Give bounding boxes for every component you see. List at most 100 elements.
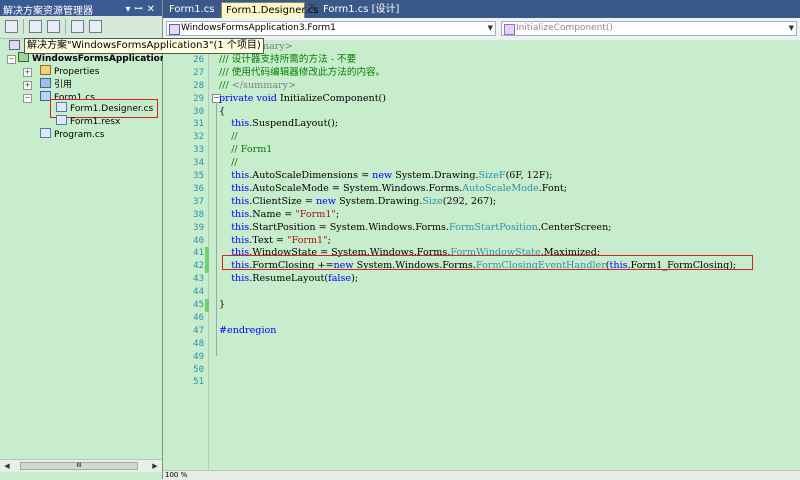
code-line[interactable]: // Form1 <box>219 144 272 157</box>
code-token: this <box>231 195 250 207</box>
show-all-files-icon[interactable] <box>29 20 42 33</box>
member-combo[interactable]: InitializeComponent() ▼ <box>501 21 797 36</box>
tab-form1-cs[interactable]: Form1.cs <box>165 2 218 18</box>
member-combo-value: InitializeComponent() <box>516 23 613 33</box>
change-marker <box>205 299 209 312</box>
code-token: this <box>231 170 250 181</box>
line-number: 45 <box>193 300 204 310</box>
code-token: FormStartPosition <box>448 221 538 233</box>
properties-icon[interactable] <box>5 20 18 33</box>
folder-icon <box>40 65 51 75</box>
line-number: 32 <box>193 132 204 143</box>
line-number: 43 <box>193 274 204 285</box>
line-number: 29 <box>193 93 204 104</box>
code-token: this <box>231 221 250 233</box>
solution-icon <box>9 40 21 50</box>
line-number: 27 <box>193 67 204 78</box>
code-line[interactable]: { <box>219 106 225 119</box>
line-number: 49 <box>193 351 204 362</box>
code-line[interactable]: #endregion <box>219 325 276 338</box>
code-line[interactable]: this.AutoScaleMode = System.Windows.Form… <box>219 183 567 196</box>
code-token: // <box>219 131 238 143</box>
code-line[interactable]: } <box>219 299 225 312</box>
tree-item-references[interactable]: 引用 <box>40 78 72 91</box>
line-number: 50 <box>193 364 204 375</box>
tab-form1-designer-cs[interactable]: Form1.Designer.cs <box>221 2 319 18</box>
code-token: "Form1" <box>295 208 336 220</box>
chevron-down-icon[interactable]: ▼ <box>789 22 794 35</box>
line-number: 35 <box>193 171 204 181</box>
solution-explorer-title: 解决方案资源管理器 <box>3 6 93 17</box>
title-bar-buttons[interactable]: ▾ꟷ✕ <box>125 1 159 15</box>
csharp-file-icon <box>40 128 51 138</box>
code-line[interactable]: this.AutoScaleDimensions = new System.Dr… <box>219 170 553 183</box>
collapse-form1-icon[interactable]: − <box>23 94 32 103</box>
class-diagram-icon[interactable] <box>89 20 102 33</box>
code-token: ); <box>351 273 359 285</box>
code-line[interactable]: // <box>219 131 238 144</box>
scroll-thumb[interactable]: III <box>20 462 138 470</box>
code-line[interactable]: /// </summary> <box>219 80 296 93</box>
toolbar-separator <box>65 19 66 34</box>
line-number: 41 <box>193 248 204 259</box>
class-combo-value: WindowsFormsApplication3.Form1 <box>181 23 336 33</box>
code-line[interactable]: this.Name = "Form1"; <box>219 209 339 222</box>
code-token: AutoScaleMode <box>462 182 539 194</box>
code-token: (6F, 12F); <box>505 170 553 181</box>
code-token: (292, 267); <box>442 195 497 207</box>
refresh-icon[interactable] <box>47 20 60 33</box>
tree-item-label: Program.cs <box>54 130 105 140</box>
expand-references-icon[interactable]: + <box>23 81 32 90</box>
outline-line <box>216 102 217 356</box>
tree-item-form1-resx[interactable]: Form1.resx <box>56 115 120 128</box>
tree-item-properties[interactable]: Properties <box>40 65 99 78</box>
code-token: System.Drawing. <box>395 170 479 181</box>
code-line[interactable]: this.StartPosition = System.Windows.Form… <box>219 221 611 235</box>
code-line[interactable]: this.Text = "Form1"; <box>219 235 331 248</box>
code-token: this <box>231 234 250 246</box>
scroll-left-icon[interactable]: ◀ <box>2 461 12 471</box>
code-line[interactable]: private void InitializeComponent() <box>219 93 386 106</box>
line-number: 46 <box>193 312 204 323</box>
tab-form1-design[interactable]: Form1.cs [设计] <box>319 2 403 18</box>
code-token: /// 使用代码编辑器修改此方法的内容。 <box>219 66 386 78</box>
zoom-level[interactable]: 100 % <box>165 471 187 479</box>
code-line[interactable]: // <box>219 157 237 170</box>
code-line[interactable]: this.ResumeLayout(false); <box>219 273 358 286</box>
class-icon <box>169 24 180 35</box>
close-icon[interactable]: ✕ <box>147 4 159 15</box>
line-number: 37 <box>193 196 204 207</box>
chevron-down-icon[interactable]: ▼ <box>488 22 493 35</box>
line-number: 36 <box>193 183 204 194</box>
solution-tooltip: 解决方案"WindowsFormsApplication3"(1 个项目) <box>24 38 264 54</box>
resx-file-icon <box>56 115 67 125</box>
code-token: } <box>219 299 226 310</box>
code-line[interactable]: /// 设计器支持所需的方法 - 不要 <box>219 54 356 67</box>
solution-explorer-title-bar: 解决方案资源管理器 ▾ꟷ✕ <box>0 0 162 17</box>
scroll-right-icon[interactable]: ▶ <box>150 461 160 471</box>
code-line[interactable]: /// 使用代码编辑器修改此方法的内容。 <box>219 67 385 80</box>
code-token: /// 设计器支持所需的方法 - 不要 <box>219 53 357 65</box>
pin-icon[interactable]: ꟷ <box>134 4 146 15</box>
line-number: 26 <box>193 54 204 65</box>
expand-properties-icon[interactable]: + <box>23 68 32 77</box>
code-line[interactable]: this.SuspendLayout(); <box>219 118 338 131</box>
code-token: .Name = <box>249 208 296 220</box>
view-code-icon[interactable] <box>71 20 84 33</box>
code-token: // Form1 <box>219 144 273 156</box>
solution-explorer-scrollbar[interactable]: ◀ III ▶ <box>0 459 162 472</box>
document-tab-bar: Form1.cs Form1.Designer.cs ✕ Form1.cs [设… <box>163 0 800 18</box>
code-token: this <box>231 118 250 130</box>
tree-item-program[interactable]: Program.cs <box>40 128 104 141</box>
code-line[interactable]: this.ClientSize = new System.Drawing.Siz… <box>219 196 496 209</box>
class-combo[interactable]: WindowsFormsApplication3.Form1 ▼ <box>166 21 496 36</box>
change-marker <box>205 260 209 274</box>
line-number: 34 <box>193 158 204 169</box>
solution-explorer-toolbar <box>0 16 162 39</box>
collapse-project-icon[interactable]: − <box>7 55 16 64</box>
